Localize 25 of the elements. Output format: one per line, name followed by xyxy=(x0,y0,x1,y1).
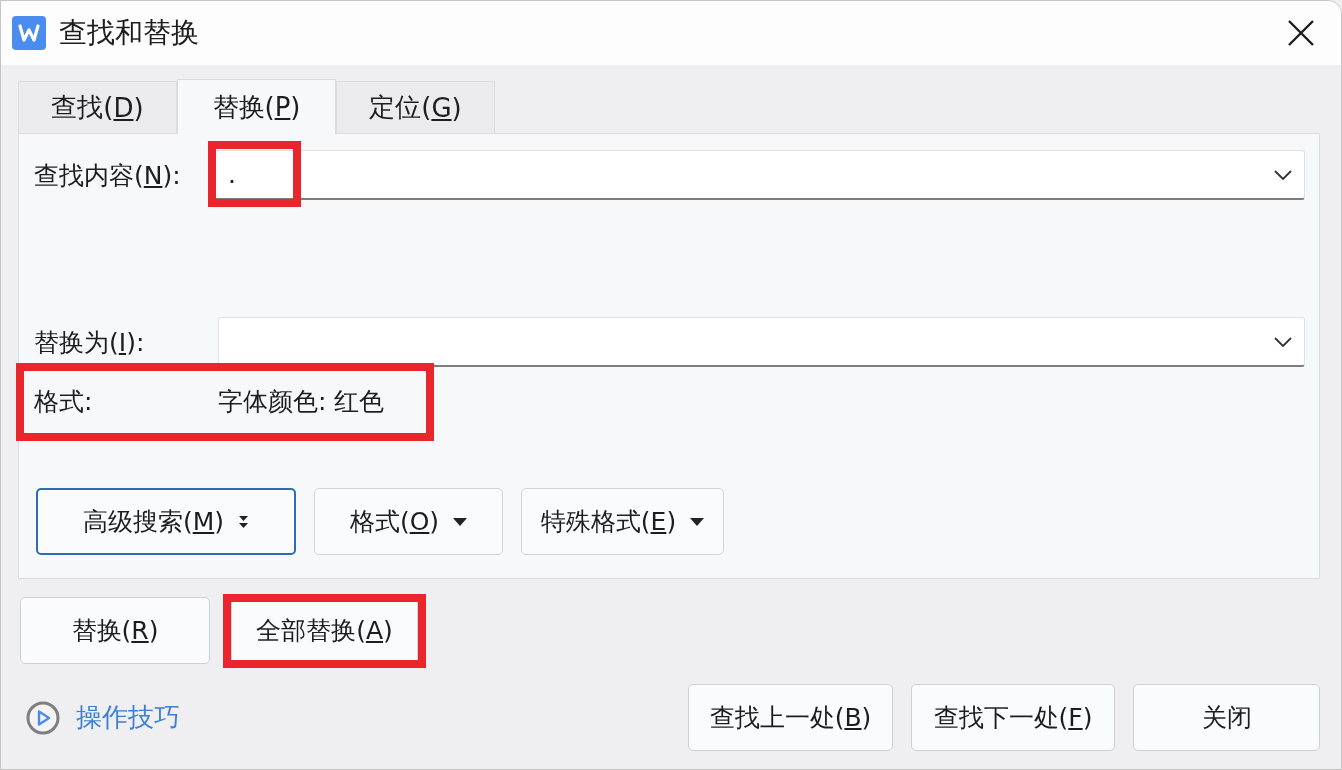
tips-link[interactable]: 操作技巧 xyxy=(76,700,180,735)
close-icon xyxy=(1288,20,1314,46)
chevron-down-icon xyxy=(1274,169,1292,180)
caret-down-icon xyxy=(453,517,468,526)
format-label: 格式: xyxy=(34,385,94,418)
caret-down-icon xyxy=(690,517,705,526)
app-logo-icon xyxy=(12,16,46,50)
dropdown-button[interactable]: 格式(O) xyxy=(314,488,503,555)
format-value: 字体颜色: 红色 xyxy=(218,385,385,418)
replace-combobox[interactable] xyxy=(218,317,1305,367)
dialog-button[interactable]: 关闭 xyxy=(1133,684,1320,751)
double-caret-down-icon xyxy=(238,514,250,529)
tab[interactable]: 替换(P) xyxy=(177,79,336,134)
dropdown-button[interactable]: 特殊格式(E) xyxy=(521,488,724,555)
chevron-down-icon xyxy=(1274,336,1292,347)
find-label: 查找内容(N): xyxy=(34,159,182,192)
play-circle-icon xyxy=(26,700,60,735)
tab[interactable]: 定位(G) xyxy=(336,81,495,133)
dialog-button[interactable]: 查找下一处(F) xyxy=(911,684,1115,751)
replace-label: 替换为(I): xyxy=(34,326,146,359)
dialog-button[interactable]: 查找上一处(B) xyxy=(688,684,893,751)
tab[interactable]: 查找(D) xyxy=(18,81,177,133)
replace-button[interactable]: 替换(R) xyxy=(20,597,210,664)
advanced-search-button[interactable]: 高级搜索(M) xyxy=(36,488,296,555)
window-title: 查找和替换 xyxy=(59,16,200,50)
